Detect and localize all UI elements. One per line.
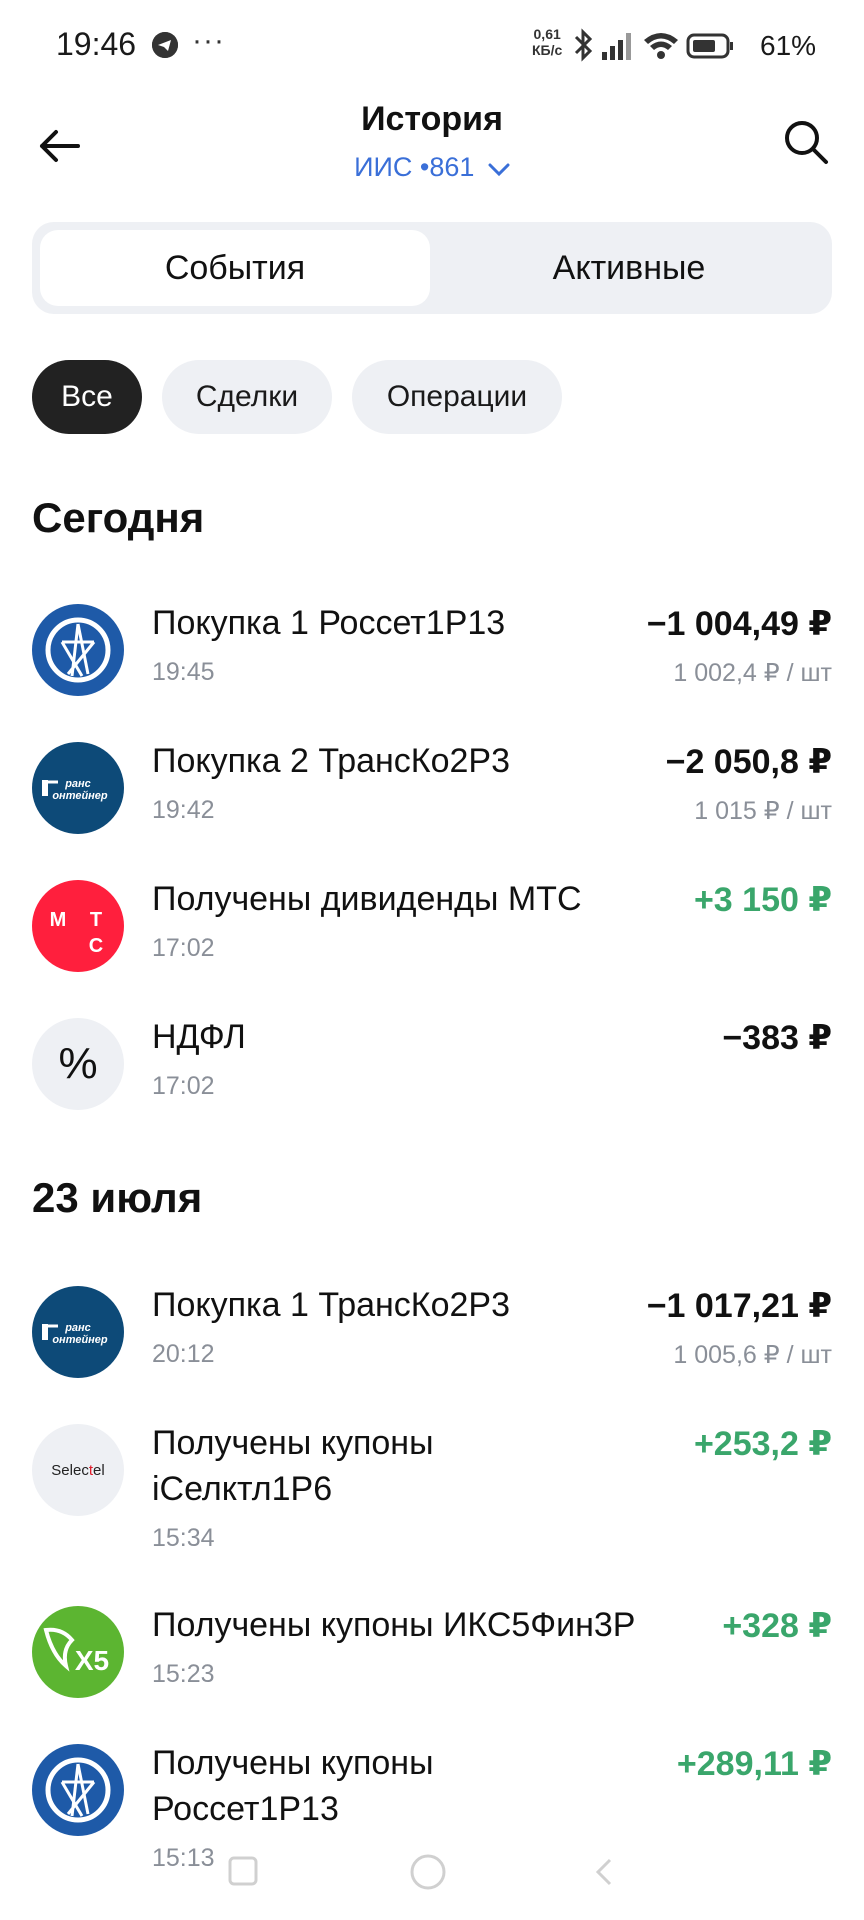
rosset-logo — [32, 604, 124, 696]
rosset-logo — [32, 1744, 124, 1836]
svg-text:X5: X5 — [75, 1645, 109, 1676]
percent-icon: % — [32, 1018, 124, 1110]
network-speed-unit: КБ/с — [532, 42, 563, 58]
tab-assets[interactable]: Активные — [434, 230, 824, 306]
bluetooth-icon — [574, 28, 593, 62]
svg-text:%: % — [58, 1039, 97, 1088]
list-item[interactable]: ранс онтейнер Покупка 2 ТрансКо2Р3 19:42… — [0, 738, 864, 848]
item-time: 17:02 — [152, 1072, 215, 1100]
svg-text:ранс: ранс — [64, 1322, 91, 1334]
item-time: 20:12 — [152, 1340, 215, 1368]
item-amount: −2 050,8 ₽ — [665, 743, 832, 781]
battery-icon — [686, 33, 733, 59]
section-heading-today: Сегодня — [32, 494, 205, 541]
item-title: Покупка 2 ТрансКо2Р3 — [152, 742, 511, 780]
item-amount: +3 150 ₽ — [693, 881, 832, 919]
transcontainer-logo: ранс онтейнер — [32, 1286, 124, 1378]
item-title: Получены купоны Россет1Р13 — [152, 1744, 434, 1828]
item-title: Покупка 1 ТрансКо2Р3 — [152, 1286, 511, 1324]
svg-text:Т: Т — [90, 909, 102, 931]
page-title: История — [361, 100, 503, 138]
search-button[interactable] — [780, 116, 832, 168]
filter-all[interactable]: Все — [32, 360, 142, 434]
item-amount: −383 ₽ — [722, 1019, 832, 1057]
home-icon — [410, 1854, 446, 1890]
item-amount: +253,2 ₽ — [693, 1425, 832, 1463]
list-item[interactable]: ранс онтейнер Покупка 1 ТрансКо2Р3 20:12… — [0, 1282, 864, 1392]
back-nav-icon — [595, 1858, 612, 1886]
item-time: 19:42 — [152, 796, 215, 824]
item-time: 17:02 — [152, 934, 215, 962]
signal-icon — [602, 33, 631, 60]
svg-text:С: С — [89, 935, 103, 957]
filter-deals[interactable]: Сделки — [162, 360, 332, 434]
list-item[interactable]: Selectel Получены купоны iСелктл1Р6 15:3… — [0, 1420, 864, 1570]
item-title: Получены купоны iСелктл1Р6 — [152, 1424, 434, 1508]
svg-text:ранс: ранс — [64, 778, 91, 790]
status-icons — [574, 28, 764, 62]
status-bar: 19:46 ··· 0,61 КБ/с 61% — [0, 0, 864, 90]
item-amount: +289,11 ₽ — [676, 1745, 832, 1783]
list-item[interactable]: Покупка 1 Россет1Р13 19:45 −1 004,49 ₽ 1… — [0, 600, 864, 710]
app-header: История ИИС •861 — [0, 90, 864, 210]
account-selector[interactable]: ИИС •861 — [0, 152, 864, 184]
list-item[interactable]: М Т С Получены дивиденды МТС 17:02 +3 15… — [0, 876, 864, 986]
more-notifications-icon: ··· — [192, 24, 225, 57]
network-speed-value: 0,61 — [533, 26, 561, 42]
list-item[interactable]: % НДФЛ 17:02 −383 ₽ — [0, 1014, 864, 1124]
tab-events[interactable]: События — [40, 230, 430, 306]
recents-icon — [228, 1856, 258, 1886]
selectel-logo: Selectel — [32, 1424, 124, 1516]
item-time: 15:34 — [152, 1524, 215, 1552]
item-amount: +328 ₽ — [722, 1607, 832, 1645]
svg-text:Selectel: Selectel — [51, 1462, 104, 1479]
system-nav-bar — [228, 1854, 612, 1890]
item-unit-price: 1 002,4 ₽ / шт — [673, 659, 832, 687]
network-speed: 0,61 КБ/с — [532, 26, 562, 58]
list-item[interactable]: X5 Получены купоны ИКС5Фин3Р 15:23 +328 … — [0, 1602, 864, 1712]
item-title: Покупка 1 Россет1Р13 — [152, 604, 506, 642]
item-title: Получены дивиденды МТС — [152, 880, 582, 918]
section-heading-july-23: 23 июля — [32, 1174, 203, 1221]
svg-text:онтейнер: онтейнер — [52, 790, 108, 802]
mts-logo: М Т С — [32, 880, 124, 972]
item-unit-price: 1 005,6 ₽ / шт — [673, 1341, 832, 1369]
item-amount: −1 017,21 ₽ — [646, 1287, 832, 1325]
telegram-icon — [152, 32, 178, 58]
item-time: 15:13 — [152, 1844, 215, 1872]
view-tabs: События Активные — [32, 222, 832, 314]
chevron-down-icon — [488, 153, 510, 184]
item-time: 15:23 — [152, 1660, 215, 1688]
status-time: 19:46 — [56, 26, 137, 62]
x5-logo: X5 — [32, 1606, 124, 1698]
svg-text:М: М — [50, 909, 67, 931]
filter-operations[interactable]: Операции — [352, 360, 562, 434]
svg-text:онтейнер: онтейнер — [52, 1334, 108, 1346]
transcontainer-logo: ранс онтейнер — [32, 742, 124, 834]
item-amount: −1 004,49 ₽ — [646, 605, 832, 643]
item-title: Получены купоны ИКС5Фин3Р — [152, 1606, 636, 1644]
wifi-icon — [644, 33, 678, 59]
search-icon — [785, 121, 828, 164]
item-unit-price: 1 015 ₽ / шт — [694, 797, 832, 825]
account-name: ИИС •861 — [354, 152, 475, 182]
item-time: 19:45 — [152, 658, 215, 686]
item-title: НДФЛ — [152, 1018, 246, 1056]
battery-percent: 61% — [760, 30, 817, 61]
